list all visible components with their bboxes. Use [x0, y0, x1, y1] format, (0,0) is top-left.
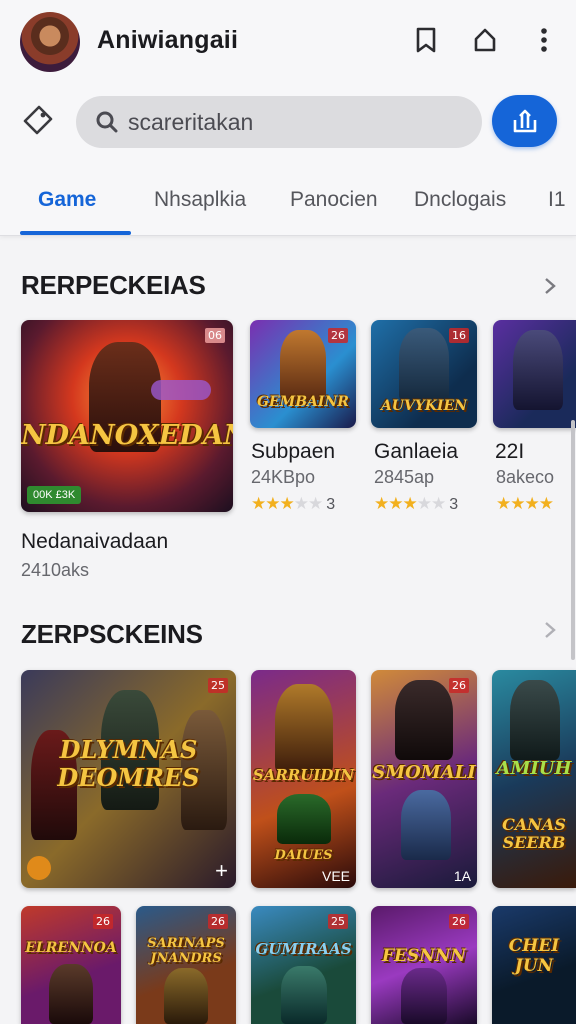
game-card[interactable]: GEMBAINR 26 — [250, 320, 356, 428]
game-card[interactable]: GUMIRAAS 25 — [251, 906, 356, 1024]
game-badge: 26 — [449, 678, 469, 693]
game-badge: 26 — [93, 914, 113, 929]
game-card[interactable]: SARINAPS JNANDRS 26 — [136, 906, 236, 1024]
app-header: Aniwiangaii Game Nhsaplkia Panocien Dncl… — [0, 0, 576, 236]
hero-figure — [399, 328, 449, 402]
rating-stars: ★★★★★ 3 — [374, 494, 459, 513]
section-title-1: RERPECKEIAS — [21, 270, 206, 300]
game-badge: 16 — [449, 328, 469, 343]
game-card[interactable]: ELRENNOA 26 — [21, 906, 121, 1024]
publisher-logo — [27, 856, 51, 880]
hero-figure — [395, 680, 453, 760]
game-card-large[interactable]: SARRUIDIN DAIUES VEE — [251, 670, 356, 888]
game-art-title: GEMBAINR — [257, 394, 349, 410]
game-art-title: CHEI JUN — [508, 936, 560, 976]
game-badge: 25 — [208, 678, 228, 693]
more-vert-icon[interactable] — [528, 24, 560, 56]
featured-game-card[interactable]: NDANOXEDAN 06 00K £3K — [21, 320, 233, 512]
hero-figure — [280, 330, 326, 400]
share-icon[interactable] — [469, 24, 501, 56]
card-corner-mark: VEE — [321, 868, 350, 884]
tab-panocien[interactable]: Panocien — [290, 188, 378, 212]
app-title: Aniwiangaii — [97, 26, 239, 54]
scrollbar[interactable] — [571, 420, 575, 660]
tag-icon[interactable] — [20, 102, 56, 138]
search-icon — [96, 111, 118, 133]
game-art-subtitle: DAIUES — [274, 848, 333, 863]
game-art-title: GUMIRAAS — [255, 940, 352, 958]
game-title[interactable]: Ganlaeia — [374, 440, 458, 464]
hero-figure — [275, 684, 333, 774]
rating-stars: ★★★★ — [496, 494, 554, 513]
tab-dnclogais[interactable]: Dnclogais — [414, 188, 506, 212]
hero-figure — [164, 968, 208, 1024]
game-card-large[interactable]: AMIUH CANAS SEERB — [492, 670, 576, 888]
game-art-title: DLYMNAS DEOMRES — [57, 735, 200, 792]
featured-badge: 06 — [205, 328, 225, 343]
bookmark-icon[interactable] — [410, 24, 442, 56]
game-sub: 24KBpo — [251, 467, 316, 487]
tab-nhsaplkia[interactable]: Nhsaplkia — [154, 188, 246, 212]
hero-figure — [49, 964, 93, 1024]
game-art-title: SARINAPS JNANDRS — [147, 936, 225, 966]
chevron-right-icon[interactable] — [540, 620, 560, 640]
hero-figure — [401, 968, 447, 1024]
game-art-title: AUVYKIEN — [380, 398, 468, 414]
hero-figure — [401, 790, 451, 860]
tab-i1[interactable]: I1 — [548, 188, 566, 212]
upload-icon — [513, 109, 536, 133]
game-art-title: SMOMALI — [372, 762, 476, 783]
game-art-subtitle: CANAS SEERB — [502, 815, 566, 852]
game-card[interactable]: AUVYKIEN 16 — [371, 320, 477, 428]
game-badge: 26 — [449, 914, 469, 929]
tab-game[interactable]: Game — [38, 188, 96, 212]
game-card[interactable]: FESNNN 26 — [371, 906, 477, 1024]
hero-figure — [277, 794, 331, 844]
search-input[interactable] — [128, 108, 458, 136]
section-title-2: ZERPSCKEINS — [21, 619, 203, 649]
featured-art-title: NDANOXEDAN — [21, 420, 233, 451]
game-art-title: SARRUIDIN — [252, 766, 355, 784]
game-art-title: ELRENNOA — [25, 940, 117, 956]
hero-figure — [281, 966, 327, 1024]
card-corner-mark: 1A — [453, 868, 471, 884]
add-icon[interactable]: + — [215, 858, 228, 884]
magic-glow — [151, 380, 211, 400]
game-title[interactable]: Subpaen — [251, 440, 335, 464]
game-sub: 8akeco — [496, 467, 555, 487]
search-bar[interactable] — [76, 96, 482, 148]
upload-button[interactable] — [492, 95, 557, 147]
chevron-right-icon[interactable] — [540, 276, 560, 296]
hero-figure — [510, 680, 560, 760]
rating-stars: ★★★★★ 3 — [251, 494, 336, 513]
game-badge: 25 — [328, 914, 348, 929]
game-art-title: FESNNN — [382, 946, 466, 966]
game-card-large[interactable]: SMOMALI 26 1A — [371, 670, 477, 888]
featured-footer-badge: 00K £3K — [27, 486, 82, 504]
game-title[interactable]: 22I — [495, 440, 524, 464]
game-card-large[interactable]: DLYMNAS DEOMRES 25 + — [21, 670, 236, 888]
game-art-title: AMIUH — [496, 758, 572, 779]
game-badge: 26 — [208, 914, 228, 929]
tab-bar: Game Nhsaplkia Panocien Dnclogais I1 — [0, 170, 576, 236]
hero-figure — [513, 330, 563, 410]
game-card[interactable]: CHEI JUN — [492, 906, 576, 1024]
game-badge: 26 — [328, 328, 348, 343]
featured-game-title[interactable]: Nedanaivadaan — [21, 530, 168, 554]
tab-indicator — [20, 231, 131, 235]
featured-game-sub: 2410aks — [21, 560, 90, 580]
game-sub: 2845ap — [374, 467, 435, 487]
game-card[interactable] — [493, 320, 576, 428]
avatar[interactable] — [20, 12, 80, 72]
